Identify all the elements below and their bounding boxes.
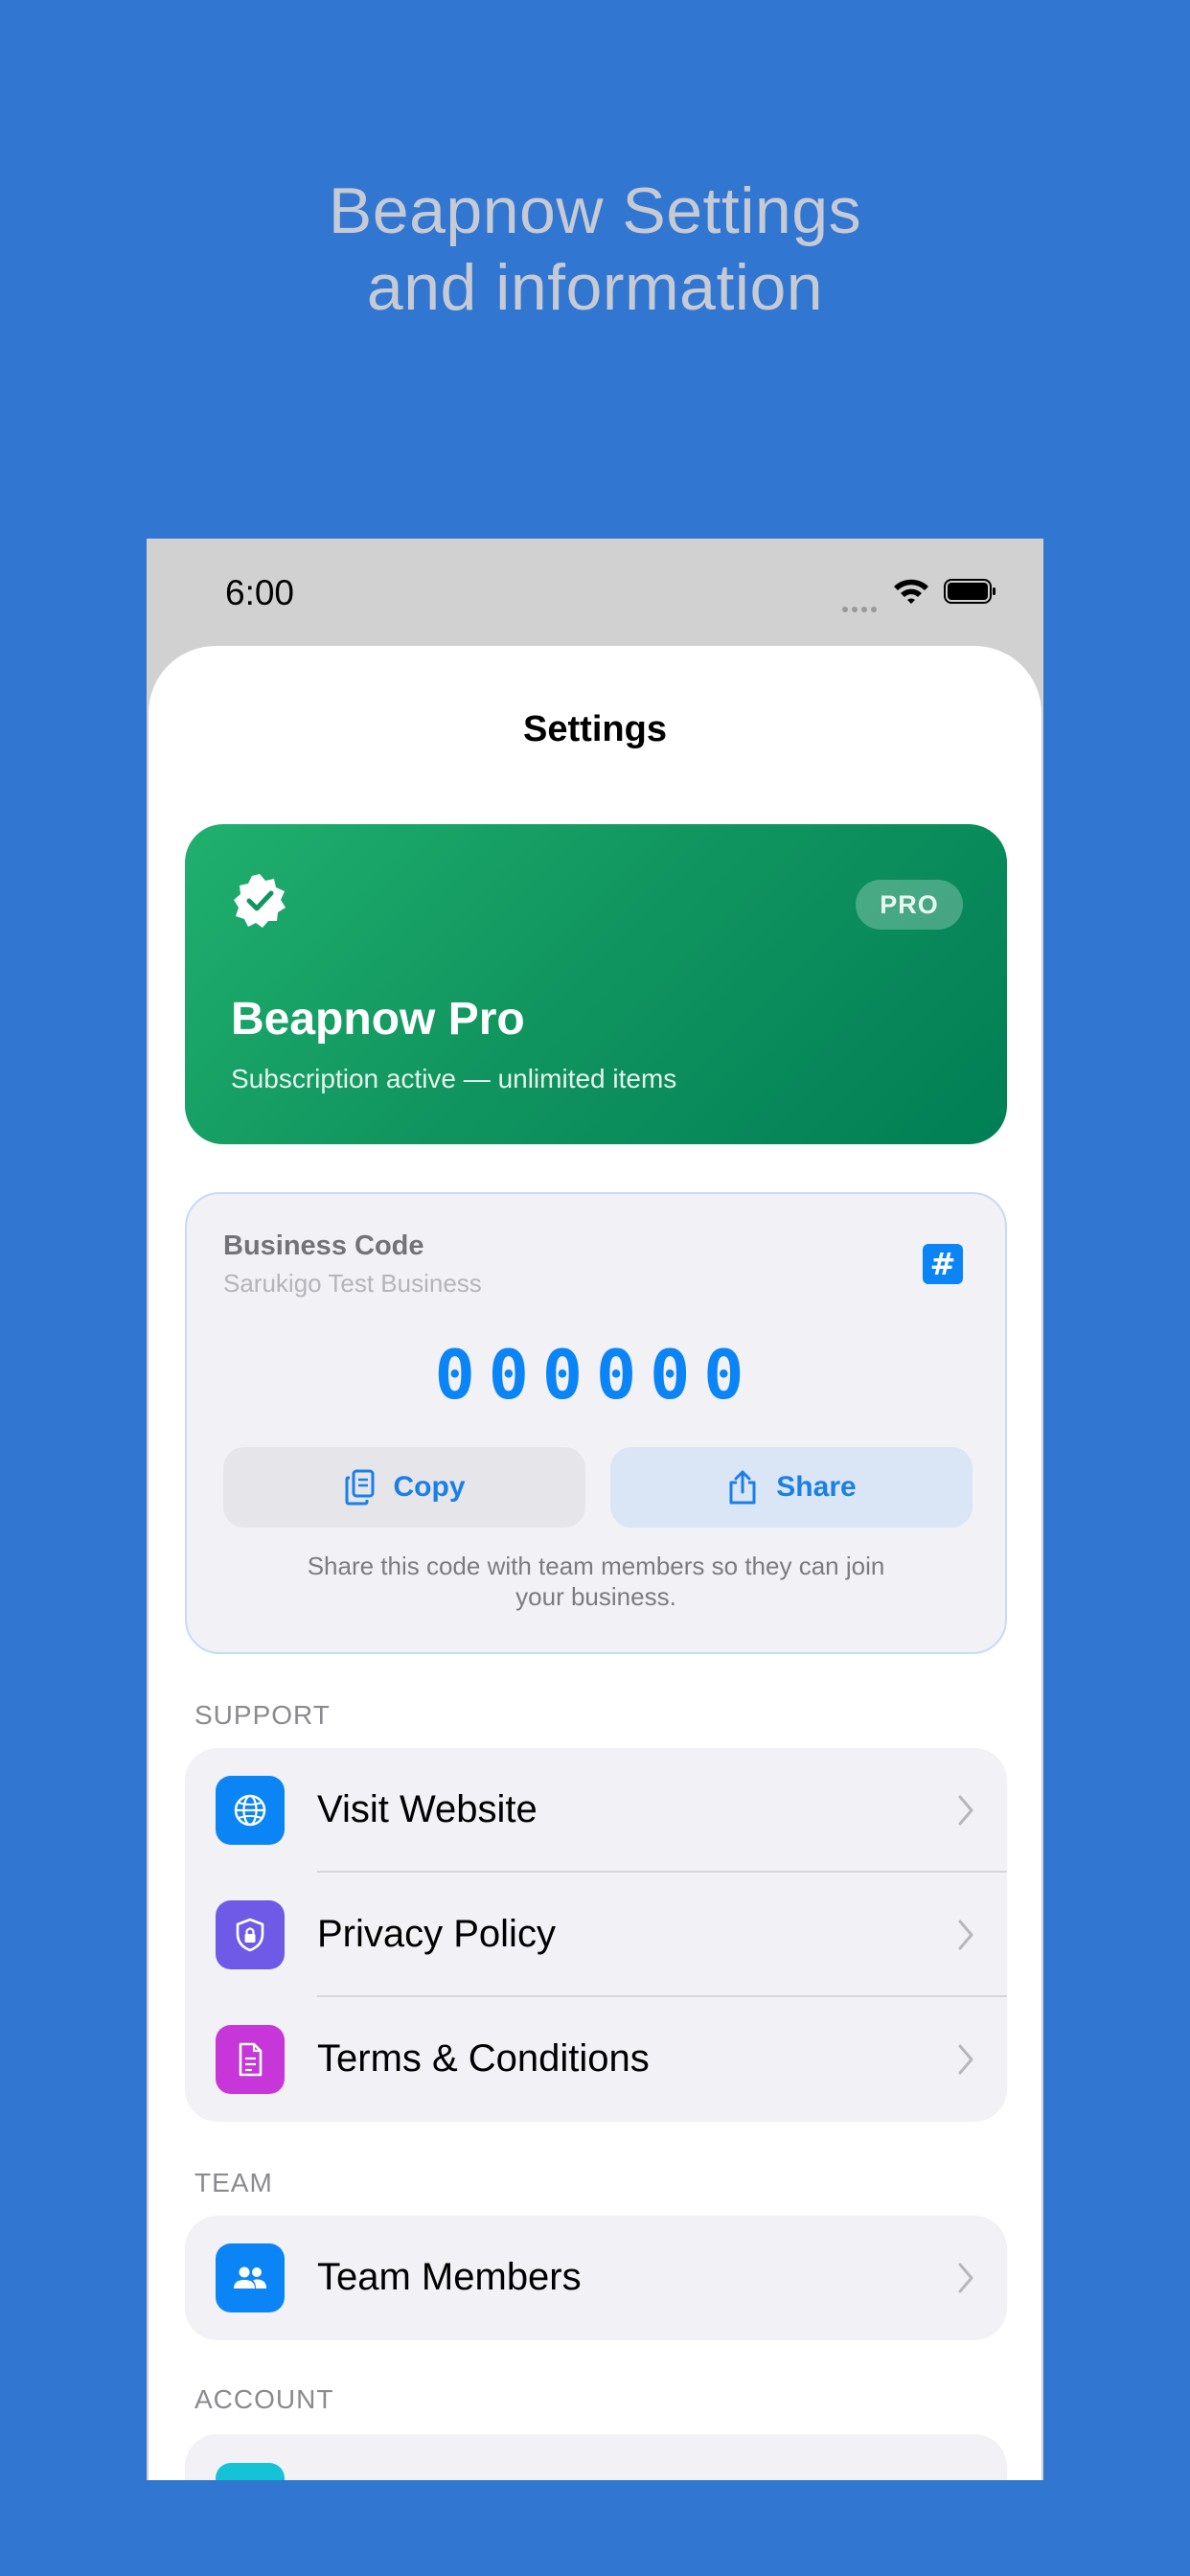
account-group: [185, 2434, 1007, 2480]
team-members-row[interactable]: Team Members: [185, 2216, 1007, 2340]
section-header-team: TEAM: [195, 2168, 273, 2197]
team-members-label: Team Members: [317, 2256, 582, 2298]
status-bar: 6:00: [147, 539, 1043, 646]
chevron-right-icon: [958, 1795, 973, 1826]
cellular-signal-icon: [842, 598, 881, 616]
business-code-note-line1: Share this code with team members so the…: [307, 1552, 885, 1580]
privacy-policy-row[interactable]: Privacy Policy: [185, 1873, 1007, 1997]
battery-icon: [944, 579, 995, 604]
globe-icon: [216, 1776, 285, 1845]
promo-title-line2: and information: [366, 251, 824, 324]
team-group: Team Members: [185, 2216, 1007, 2340]
business-code-value[interactable]: 000000: [187, 1336, 1005, 1414]
pro-badge: PRO: [856, 880, 963, 930]
promo-title: Beapnow Settings and information: [0, 172, 1190, 326]
chevron-right-icon: [958, 2044, 973, 2075]
share-button[interactable]: Share: [610, 1447, 973, 1528]
business-code-label: Business Code: [223, 1230, 424, 1261]
copy-button-label: Copy: [393, 1471, 466, 1503]
verified-badge-icon: [234, 874, 286, 928]
shield-lock-icon: [216, 1900, 285, 1969]
share-button-label: Share: [776, 1471, 857, 1503]
business-code-note-line2: your business.: [515, 1582, 676, 1611]
settings-sheet: Settings PRO Beapnow Pro Subscription ac…: [149, 646, 1041, 2480]
section-header-account: ACCOUNT: [195, 2384, 334, 2414]
pro-title: Beapnow Pro: [231, 994, 525, 1045]
privacy-policy-label: Privacy Policy: [317, 1913, 556, 1955]
visit-website-row[interactable]: Visit Website: [185, 1748, 1007, 1873]
share-icon: [729, 1470, 756, 1505]
support-group: Visit Website Privacy Policy Terms & Con…: [185, 1748, 1007, 2122]
pro-subscription-card[interactable]: PRO Beapnow Pro Subscription active — un…: [185, 824, 1007, 1144]
status-time: 6:00: [225, 573, 295, 612]
wifi-icon: [894, 579, 928, 604]
phone-screen: 6:00 Settings PRO Beapnow Pro Subscripti…: [147, 539, 1043, 2480]
account-row-icon: [216, 2463, 285, 2480]
page-title: Settings: [523, 709, 667, 749]
copy-button[interactable]: Copy: [223, 1447, 585, 1528]
chevron-right-icon: [958, 2263, 973, 2293]
pro-subtitle: Subscription active — unlimited items: [231, 1064, 677, 1093]
people-icon: [216, 2243, 285, 2312]
business-name: Sarukigo Test Business: [223, 1269, 482, 1298]
terms-conditions-label: Terms & Conditions: [317, 2037, 650, 2080]
chevron-right-icon: [958, 1920, 973, 1950]
visit-website-label: Visit Website: [317, 1788, 538, 1830]
section-header-support: SUPPORT: [195, 1700, 331, 1730]
promo-title-line1: Beapnow Settings: [328, 174, 862, 247]
document-icon: [216, 2025, 285, 2094]
hash-icon: #: [923, 1244, 963, 1284]
copy-icon: [345, 1469, 374, 1506]
business-code-card: Business Code Sarukigo Test Business # 0…: [185, 1192, 1007, 1654]
terms-conditions-row[interactable]: Terms & Conditions: [185, 1997, 1007, 2122]
business-code-note: Share this code with team members so the…: [244, 1551, 948, 1612]
